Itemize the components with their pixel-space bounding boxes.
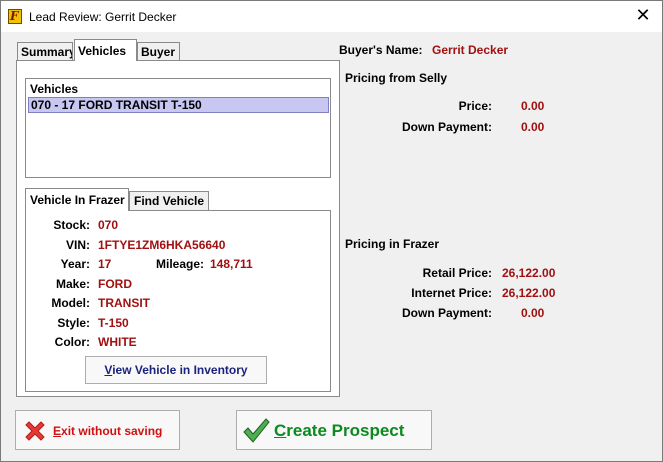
- red-x-icon: [25, 421, 45, 441]
- year-label: Year:: [60, 257, 90, 271]
- create-prospect-button[interactable]: Create Prospect: [236, 410, 432, 450]
- window-title: Lead Review: Gerrit Decker: [29, 10, 177, 24]
- year-value: 17: [98, 257, 112, 271]
- style-value: T-150: [98, 316, 129, 330]
- vehicles-listbox[interactable]: Vehicles 070 - 17 FORD TRANSIT T-150: [25, 78, 331, 178]
- vin-value: 1FTYE1ZM6HKA56640: [98, 238, 226, 252]
- list-item[interactable]: 070 - 17 FORD TRANSIT T-150: [28, 97, 329, 113]
- model-value: TRANSIT: [98, 296, 150, 310]
- retail-price-value: 26,122.00: [502, 266, 556, 280]
- tab-find-vehicle-label: Find Vehicle: [134, 194, 205, 208]
- selly-down-payment-label: Down Payment:: [401, 120, 492, 134]
- internet-price-value: 26,122.00: [502, 286, 556, 300]
- pricing-frazer-title: Pricing in Frazer: [345, 237, 440, 251]
- selly-down-payment-value: 0.00: [521, 120, 545, 134]
- buyer-name-value: Gerrit Decker: [432, 43, 509, 57]
- tab-find-vehicle[interactable]: Find Vehicle: [129, 191, 209, 211]
- tab-vehicle-in-frazer[interactable]: Vehicle In Frazer: [25, 188, 129, 211]
- mileage-label: Mileage:: [155, 257, 204, 271]
- color-label: Color:: [54, 335, 90, 349]
- tab-summary[interactable]: Summary: [17, 42, 73, 61]
- view-vehicle-in-inventory-button[interactable]: View Vehicle in Inventory: [85, 356, 267, 384]
- tab-vehicle-in-frazer-label: Vehicle In Frazer: [30, 193, 125, 207]
- frazer-down-payment-value: 0.00: [521, 306, 545, 320]
- selly-price-label: Price:: [458, 99, 492, 113]
- tab-buyer[interactable]: Buyer: [137, 42, 180, 61]
- vehicles-tab-page: Vehicles 070 - 17 FORD TRANSIT T-150 Veh…: [16, 60, 340, 397]
- selly-price-value: 0.00: [521, 99, 545, 113]
- exit-label: Exit without saving: [53, 424, 163, 438]
- mileage-value: 148,711: [210, 257, 253, 271]
- color-value: WHITE: [98, 335, 137, 349]
- frazer-down-payment-label: Down Payment:: [401, 306, 492, 320]
- make-value: FORD: [98, 277, 132, 291]
- pricing-selly-title: Pricing from Selly: [345, 71, 448, 85]
- vehicle-details-panel: Stock: 070 VIN: 1FTYE1ZM6HKA56640 Year: …: [25, 210, 331, 392]
- exit-without-saving-button[interactable]: Exit without saving: [15, 410, 180, 450]
- make-label: Make:: [55, 277, 90, 291]
- view-inventory-label: iew Vehicle in Inventory: [112, 363, 248, 377]
- model-label: Model:: [51, 296, 90, 310]
- create-label: Create Prospect: [274, 421, 405, 440]
- vin-label: VIN:: [66, 238, 90, 252]
- buyer-name-label: Buyer's Name:: [339, 43, 423, 57]
- stock-value: 070: [98, 218, 119, 232]
- style-label: Style:: [57, 316, 90, 330]
- tab-buyer-label: Buyer: [141, 45, 176, 59]
- title-bar: F Lead Review: Gerrit Decker ✕: [1, 1, 662, 32]
- close-button[interactable]: ✕: [630, 5, 656, 27]
- tab-vehicles-label: Vehicles: [78, 44, 127, 58]
- tab-vehicles[interactable]: Vehicles: [74, 39, 137, 61]
- lead-review-window: F Lead Review: Gerrit Decker ✕ Summary V…: [0, 0, 663, 462]
- vehicles-list-header: Vehicles: [30, 82, 79, 96]
- stock-label: Stock:: [53, 218, 90, 232]
- app-logo-icon: F: [8, 9, 22, 24]
- tab-summary-label: Summary: [21, 45, 73, 59]
- internet-price-label: Internet Price:: [411, 286, 492, 300]
- green-check-icon: [243, 418, 270, 443]
- retail-price-label: Retail Price:: [422, 266, 492, 280]
